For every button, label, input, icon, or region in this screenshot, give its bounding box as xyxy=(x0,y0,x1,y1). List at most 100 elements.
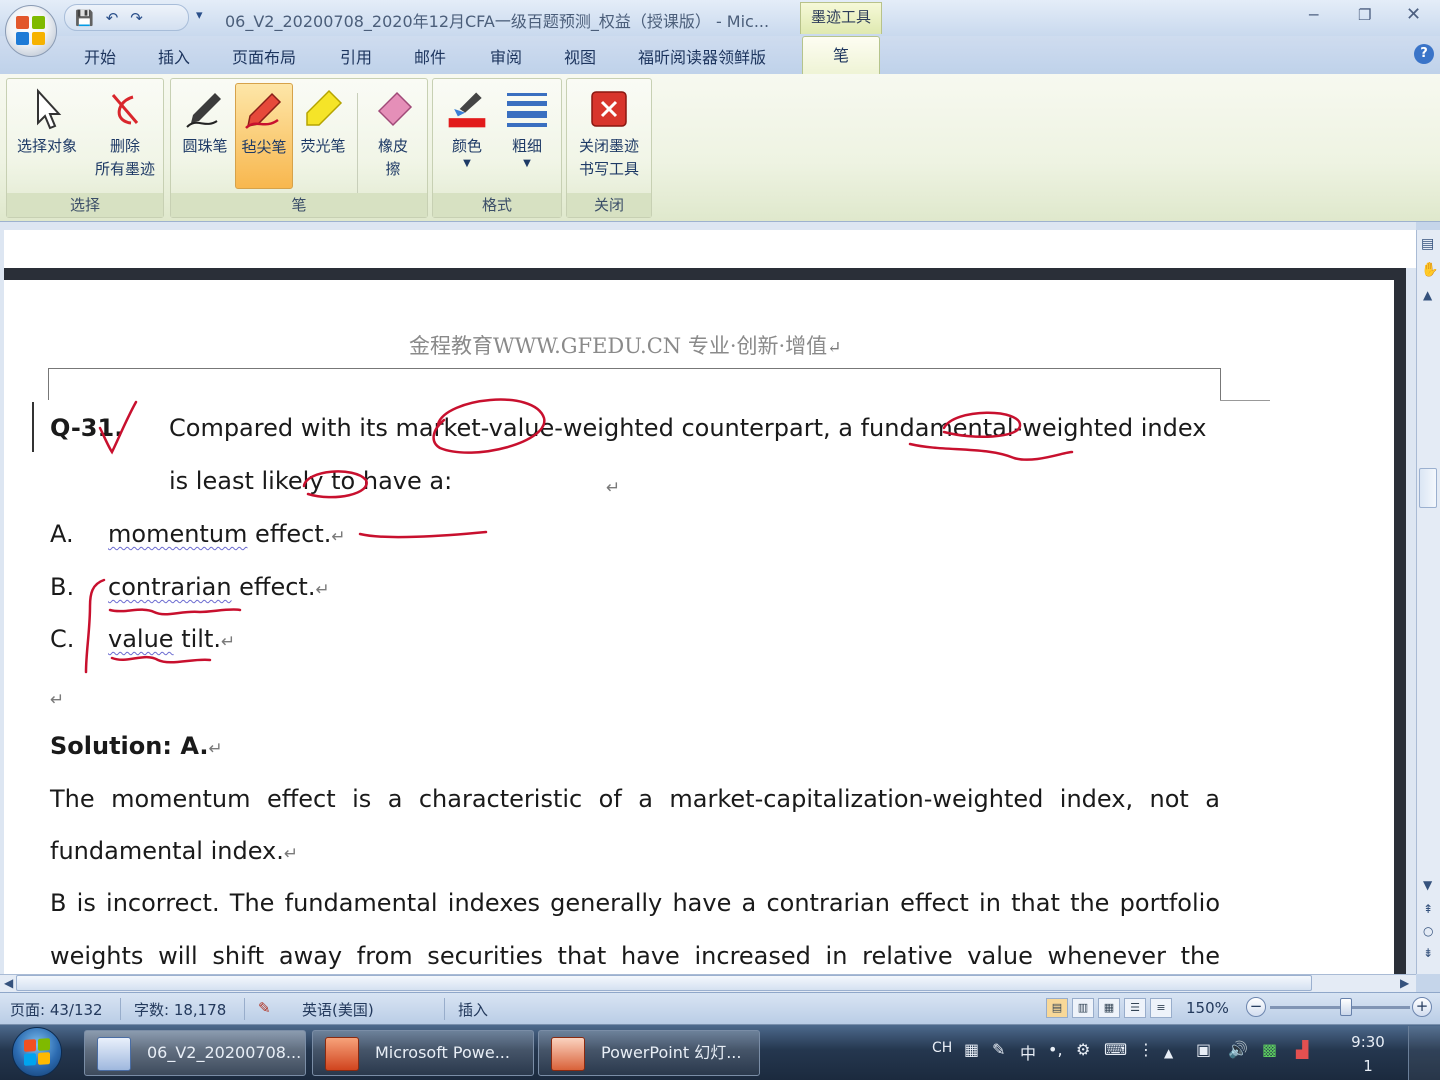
tab-review[interactable]: 审阅 xyxy=(490,44,522,68)
ime-toolbar-icon[interactable]: ✎ xyxy=(992,1040,1005,1059)
full-screen-reading-icon[interactable]: ▥ xyxy=(1072,998,1094,1018)
office-logo-icon xyxy=(16,16,46,46)
close-ink-tools-button[interactable]: 关闭墨迹 书写工具 xyxy=(569,83,649,181)
taskbar-item-powerpoint[interactable]: Microsoft Powe... xyxy=(312,1030,534,1076)
close-ink-label-1: 关闭墨迹 xyxy=(578,137,639,155)
ink-color-button[interactable]: 颜色 ▼ xyxy=(437,83,497,170)
ime-keyboard-icon[interactable]: ⌨ xyxy=(1104,1040,1127,1059)
tab-home[interactable]: 开始 xyxy=(84,44,116,68)
document-page[interactable]: 金程教育WWW.GFEDU.CN 专业·创新·增值↵ Q-31. Compare… xyxy=(4,280,1394,974)
highlighter-button[interactable]: 荧光笔 xyxy=(293,83,353,158)
page-count[interactable]: 页面: 43/132 xyxy=(10,999,103,1020)
pan-hand-icon[interactable]: ✋ xyxy=(1421,262,1438,278)
tab-insert[interactable]: 插入 xyxy=(158,44,190,68)
system-clock[interactable]: 9:30 1 xyxy=(1348,1030,1388,1078)
taskbar-item-slideshow[interactable]: PowerPoint 幻灯... xyxy=(538,1030,760,1076)
status-divider xyxy=(120,998,121,1020)
minimize-button[interactable]: ‒ xyxy=(1308,4,1319,25)
ruler-toggle-icon[interactable]: ▤ xyxy=(1421,236,1434,252)
start-button[interactable] xyxy=(12,1027,62,1077)
qat-customize-icon[interactable]: ▾ xyxy=(196,8,203,23)
scroll-right-icon[interactable]: ▶ xyxy=(1400,976,1409,990)
outline-view-icon[interactable]: ☰ xyxy=(1124,998,1146,1018)
network-status-icon[interactable]: ▟ xyxy=(1296,1040,1308,1059)
delete-all-ink-button[interactable]: 删除 所有墨迹 xyxy=(87,83,163,181)
paragraph-mark: ↵ xyxy=(208,739,223,759)
paragraph-mark: ↵ xyxy=(220,632,236,652)
clock-time: 9:30 xyxy=(1351,1033,1385,1051)
proofing-icon[interactable]: ✎ xyxy=(258,999,271,1017)
felt-tip-pen-button[interactable]: 毡尖笔 xyxy=(235,83,293,189)
group-label-close: 关闭 xyxy=(567,193,651,217)
tab-references[interactable]: 引用 xyxy=(340,44,372,68)
volume-icon[interactable]: 🔊 xyxy=(1228,1040,1248,1059)
ink-brace-options-bc xyxy=(84,578,106,674)
ink-thickness-button[interactable]: 粗细 ▼ xyxy=(497,83,557,170)
word-count[interactable]: 字数: 18,178 xyxy=(134,999,226,1020)
ime-mode[interactable]: 中 xyxy=(1020,1040,1036,1064)
vertical-scrollbar[interactable] xyxy=(1416,230,1440,974)
paragraph-mark: ↵ xyxy=(827,338,842,358)
select-object-button[interactable]: 选择对象 xyxy=(9,83,85,158)
browse-object-icon[interactable]: ○ xyxy=(1423,924,1433,938)
app-tray-icon[interactable]: ▩ xyxy=(1262,1040,1277,1059)
draft-view-icon[interactable]: ≡ xyxy=(1150,998,1172,1018)
tab-mailings[interactable]: 邮件 xyxy=(414,44,446,68)
print-layout-view-icon[interactable]: ▤ xyxy=(1046,998,1068,1018)
zoom-slider-handle[interactable] xyxy=(1340,998,1352,1016)
ballpoint-label: 圆珠笔 xyxy=(182,137,228,155)
network-icon[interactable]: ▣ xyxy=(1196,1040,1211,1059)
zoom-level[interactable]: 150% xyxy=(1186,999,1229,1017)
ballpoint-pen-button[interactable]: 圆珠笔 xyxy=(175,83,235,158)
thickness-label: 粗细 xyxy=(511,137,542,155)
select-object-label: 选择对象 xyxy=(16,137,77,155)
thickness-dropdown-icon[interactable]: ▼ xyxy=(497,158,557,170)
eraser-button[interactable]: 橡皮 擦 xyxy=(363,83,423,181)
scroll-up-icon[interactable]: ▲ xyxy=(1423,288,1432,302)
ribbon-group-select: 选择对象 删除 所有墨迹 选择 xyxy=(6,78,164,218)
office-button[interactable] xyxy=(5,5,57,57)
zoom-out-button[interactable]: − xyxy=(1246,997,1266,1017)
ribbon: 选择对象 删除 所有墨迹 选择 圆珠笔 毡尖笔 荧光笔 橡皮 擦 笔 颜色 ▼ … xyxy=(0,74,1440,222)
undo-icon[interactable]: ↶ xyxy=(106,9,119,27)
ribbon-group-format: 颜色 ▼ 粗细 ▼ 格式 xyxy=(432,78,562,218)
paragraph-mark: ↵ xyxy=(606,478,621,498)
tab-view[interactable]: 视图 xyxy=(564,44,596,68)
color-dropdown-icon[interactable]: ▼ xyxy=(437,158,497,170)
horizontal-scroll-thumb[interactable] xyxy=(16,975,1312,991)
language-indicator[interactable]: 英语(美国) xyxy=(302,999,374,1020)
restore-button[interactable]: ❐ xyxy=(1358,6,1371,24)
insert-mode[interactable]: 插入 xyxy=(458,999,488,1020)
option-b-word: contrarian xyxy=(108,573,232,601)
tab-page-layout[interactable]: 页面布局 xyxy=(232,44,296,68)
tray-expand-icon[interactable]: ▲ xyxy=(1164,1046,1173,1060)
ime-more-icon[interactable]: ⋮ xyxy=(1138,1040,1154,1059)
close-button[interactable]: ✕ xyxy=(1406,4,1421,25)
scroll-down-icon[interactable]: ▼ xyxy=(1423,878,1432,892)
margin-mark-right-horizontal xyxy=(1220,400,1270,401)
solution-para2-line1: B is incorrect. The fundamental indexes … xyxy=(50,889,1220,917)
option-b-rest: effect. xyxy=(231,573,316,601)
input-language[interactable]: CH xyxy=(932,1040,952,1056)
tab-pen[interactable]: 笔 xyxy=(802,36,880,76)
margin-mark-left xyxy=(48,368,49,400)
next-page-icon[interactable]: ⇟ xyxy=(1423,946,1433,960)
help-icon[interactable]: ? xyxy=(1414,44,1434,64)
zoom-in-button[interactable]: + xyxy=(1412,997,1432,1017)
felt-tip-label: 毡尖笔 xyxy=(241,138,287,156)
taskbar-item-word[interactable]: 06_V2_20200708... xyxy=(84,1030,306,1076)
scroll-left-icon[interactable]: ◀ xyxy=(4,976,13,990)
redo-icon[interactable]: ↷ xyxy=(130,9,143,27)
save-icon[interactable]: 💾 xyxy=(75,9,94,27)
ime-grid-icon[interactable]: ▦ xyxy=(964,1040,979,1059)
ink-wavy-contrarian xyxy=(108,608,242,616)
color-brush-icon xyxy=(445,85,489,133)
web-layout-icon[interactable]: ▦ xyxy=(1098,998,1120,1018)
ime-punctuation-icon[interactable]: •, xyxy=(1048,1040,1063,1059)
vertical-scroll-thumb[interactable] xyxy=(1419,468,1437,508)
tab-foxit-reader[interactable]: 福昕阅读器领鲜版 xyxy=(638,44,766,68)
question-text-line1: Compared with its market-value-weighted … xyxy=(169,414,1207,442)
show-desktop-button[interactable] xyxy=(1408,1026,1440,1080)
previous-page-icon[interactable]: ⇞ xyxy=(1423,902,1433,916)
ime-settings-icon[interactable]: ⚙ xyxy=(1076,1040,1090,1059)
